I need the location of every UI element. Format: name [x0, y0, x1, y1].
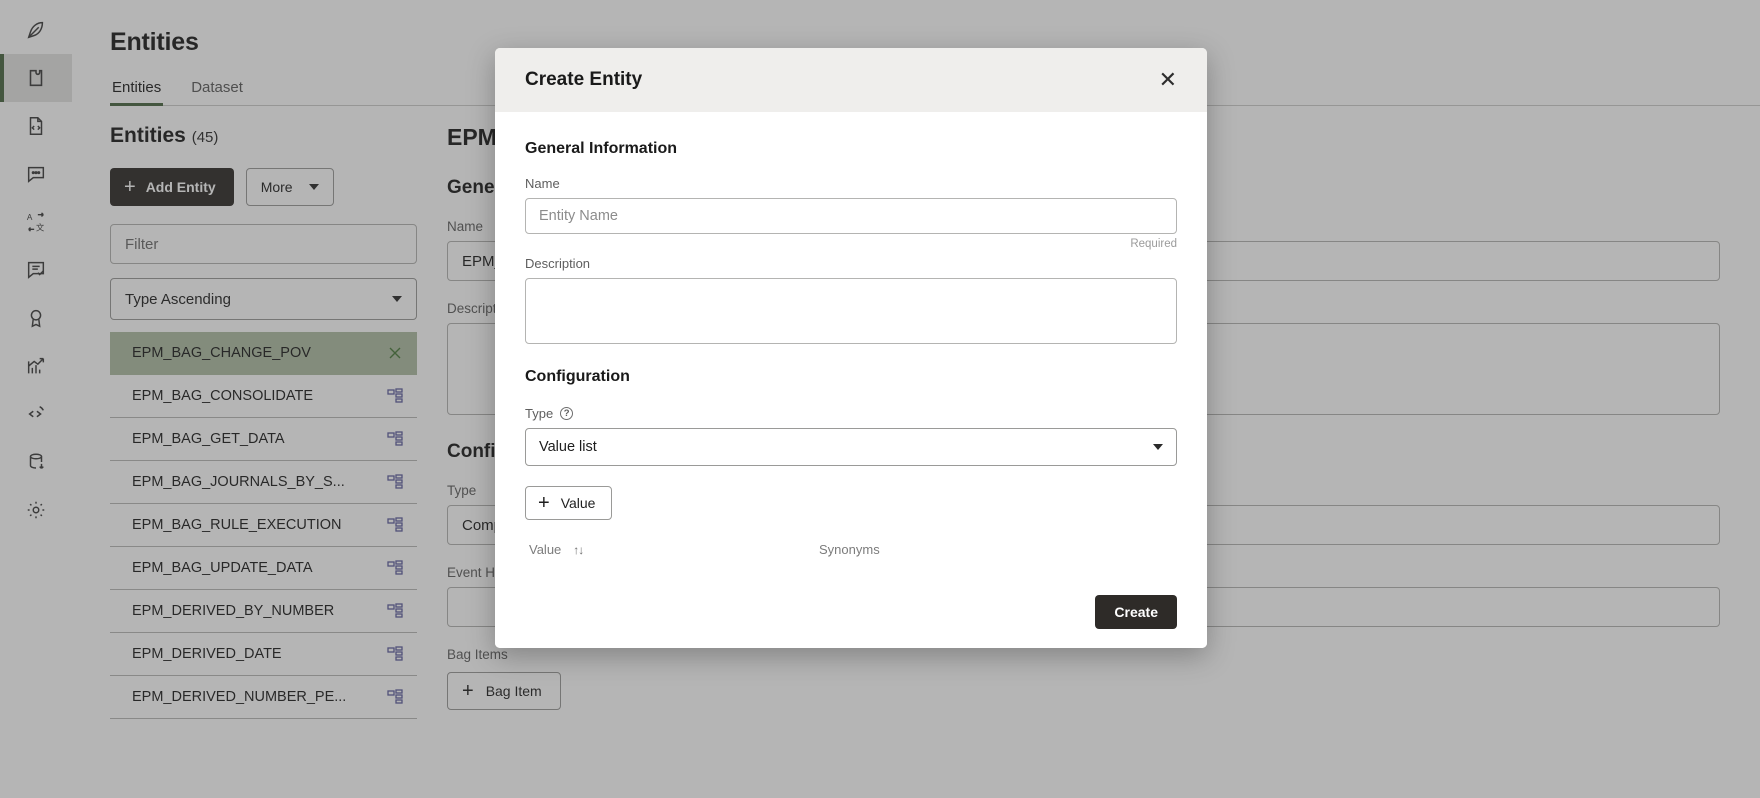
create-entity-dialog: Create Entity ✕ General Information Name… — [495, 48, 1207, 648]
value-header-label: Value — [529, 542, 561, 557]
chevron-down-icon — [1153, 444, 1163, 450]
general-information-heading: General Information — [525, 140, 1177, 158]
name-label: Name — [525, 176, 1177, 191]
values-table-header: Value ↑↓ Synonyms — [525, 542, 1177, 557]
add-value-button[interactable]: + Value — [525, 486, 612, 520]
type-select[interactable]: Value list — [525, 428, 1177, 466]
dialog-header: Create Entity ✕ — [495, 48, 1207, 112]
app-root: A 文 — [0, 0, 1760, 798]
configuration-heading: Configuration — [525, 368, 1177, 386]
create-button[interactable]: Create — [1095, 595, 1177, 629]
type-label-row: Type ? — [525, 406, 1177, 421]
description-label: Description — [525, 256, 1177, 271]
close-icon[interactable]: ✕ — [1153, 65, 1183, 95]
dialog-body: General Information Name Entity Name Req… — [495, 112, 1207, 576]
description-textarea[interactable] — [525, 278, 1177, 344]
synonyms-header-label: Synonyms — [819, 542, 880, 557]
name-input[interactable]: Entity Name — [525, 198, 1177, 234]
help-icon[interactable]: ? — [560, 407, 573, 420]
dialog-footer: Create — [495, 576, 1207, 648]
column-header-synonyms[interactable]: Synonyms — [819, 542, 880, 557]
name-required-hint: Required — [525, 238, 1177, 250]
type-value: Value list — [539, 439, 597, 455]
name-placeholder: Entity Name — [539, 208, 618, 224]
type-label: Type — [525, 406, 553, 421]
dialog-title: Create Entity — [525, 69, 642, 91]
plus-icon: + — [538, 493, 550, 513]
sort-icon: ↑↓ — [573, 543, 583, 557]
add-value-label: Value — [561, 495, 596, 511]
column-header-value[interactable]: Value ↑↓ — [529, 542, 819, 557]
